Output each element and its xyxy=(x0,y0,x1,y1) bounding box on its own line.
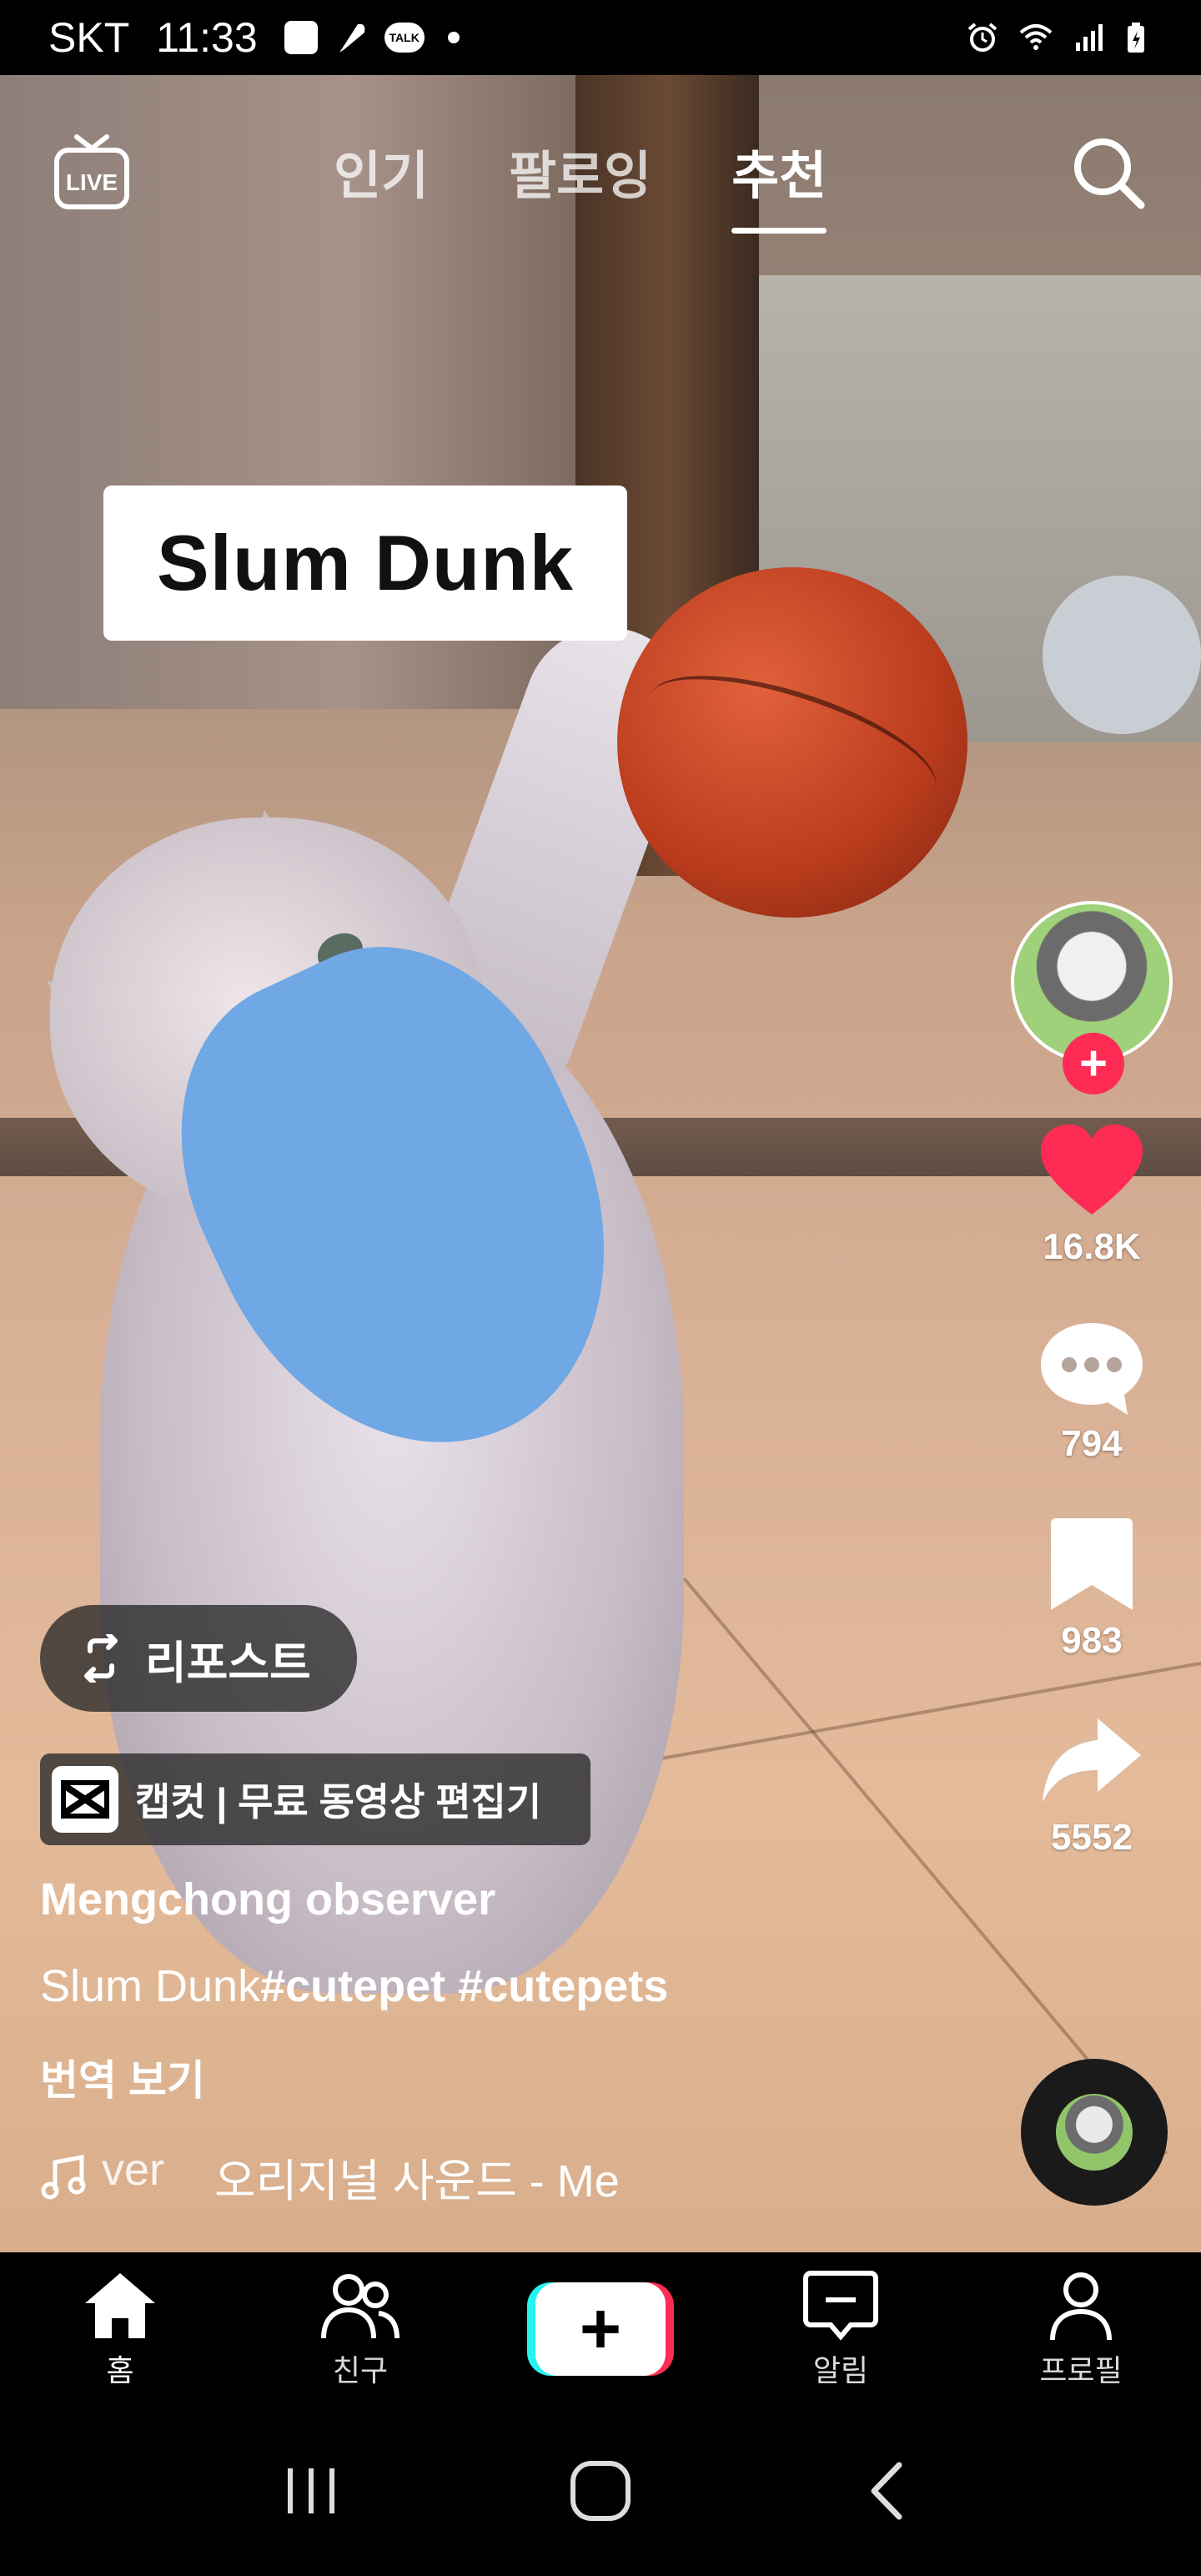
nav-inbox[interactable]: 알림 xyxy=(721,2252,961,2406)
kakaotalk-notification-icon: TALK xyxy=(384,23,425,53)
recent-apps-icon[interactable] xyxy=(274,2453,349,2528)
heart-icon xyxy=(1041,1124,1143,1215)
like-count: 16.8K xyxy=(1043,1226,1141,1267)
comment-count: 794 xyxy=(1061,1423,1123,1464)
music-note-icon xyxy=(41,2154,86,2199)
like-button[interactable]: 16.8K xyxy=(1038,1121,1146,1268)
wifi-icon xyxy=(1019,24,1053,50)
repost-label: 리포스트 xyxy=(145,1638,311,1688)
sound-disc-thumbnail xyxy=(1056,2094,1133,2171)
status-right xyxy=(966,21,1153,54)
music-ticker[interactable]: ver 오리지널 사운드 - Me xyxy=(40,2144,636,2210)
description-hashtags[interactable]: #cutepet #cutepets xyxy=(260,1961,668,2011)
friends-icon xyxy=(321,2274,399,2339)
home-button-icon[interactable] xyxy=(563,2453,638,2528)
signal-icon xyxy=(1076,24,1103,51)
create-icon: + xyxy=(527,2282,674,2376)
share-count: 5552 xyxy=(1051,1817,1133,1858)
tab-for-you[interactable]: 추천 xyxy=(731,133,827,234)
feather-notification-icon xyxy=(339,23,365,53)
creator-avatar-wrap: + xyxy=(1011,901,1173,1094)
music-text: 오리지널 사운드 - Me xyxy=(214,2156,620,2206)
action-rail: + 16.8K 794 983 5552 xyxy=(1011,901,1173,1859)
nav-inbox-label: 알림 xyxy=(812,2353,869,2387)
clock: 11:33 xyxy=(156,14,258,61)
live-icon[interactable]: LIVE xyxy=(52,133,132,214)
battery-icon xyxy=(1128,23,1144,53)
bookmark-count: 983 xyxy=(1061,1620,1123,1661)
follow-button[interactable]: + xyxy=(1063,1033,1124,1094)
share-button[interactable]: 5552 xyxy=(1038,1712,1146,1859)
capcut-label: 캡컷 | 무료 동영상 편집기 xyxy=(135,1780,542,1824)
create-plus-symbol: + xyxy=(535,2282,666,2376)
home-icon xyxy=(85,2273,155,2338)
video-description[interactable]: Slum Dunk#cutepet #cutepets xyxy=(40,1960,668,2012)
music-marquee: ver 오리지널 사운드 - Me xyxy=(102,2144,636,2210)
tab-following[interactable]: 팔로잉 xyxy=(509,133,651,209)
comment-button[interactable]: 794 xyxy=(1038,1318,1146,1465)
nav-home[interactable]: 홈 xyxy=(0,2252,240,2406)
alarm-icon xyxy=(967,23,997,52)
system-nav-bar xyxy=(0,2406,1201,2576)
bookmark-icon xyxy=(1051,1518,1133,1610)
sound-disc[interactable] xyxy=(1021,2059,1168,2206)
feed-tabs: 인기 팔로잉 추천 xyxy=(334,133,827,234)
music-text-partial: ver xyxy=(102,2145,165,2195)
repost-button[interactable]: 리포스트 xyxy=(40,1605,357,1712)
translate-link[interactable]: 번역 보기 xyxy=(40,2047,205,2107)
status-left: SKT 11:33 TALK xyxy=(48,13,460,62)
video-caption-overlay: Slum Dunk xyxy=(103,486,627,641)
comment-icon xyxy=(1041,1323,1143,1415)
nav-friends[interactable]: 친구 xyxy=(240,2252,480,2406)
nav-profile-label: 프로필 xyxy=(1039,2353,1123,2387)
top-nav: LIVE 인기 팔로잉 추천 xyxy=(0,125,1201,250)
nav-friends-label: 친구 xyxy=(332,2353,389,2387)
tab-popular[interactable]: 인기 xyxy=(334,133,429,209)
nav-profile[interactable]: 프로필 xyxy=(961,2252,1201,2406)
status-bar: SKT 11:33 TALK xyxy=(0,0,1201,75)
nav-create[interactable]: + xyxy=(480,2252,721,2406)
back-icon[interactable] xyxy=(852,2453,927,2528)
bottom-nav: 홈 친구 + 알림 프로필 xyxy=(0,2252,1201,2406)
carrier-label: SKT xyxy=(48,14,130,61)
nav-home-label: 홈 xyxy=(106,2353,134,2387)
repost-icon xyxy=(84,1634,118,1683)
share-icon xyxy=(1043,1718,1141,1802)
capcut-logo-icon xyxy=(52,1766,118,1833)
inbox-icon xyxy=(803,2271,878,2341)
more-notifications-icon xyxy=(447,32,460,43)
capcut-anchor[interactable]: 캡컷 | 무료 동영상 편집기 xyxy=(40,1753,590,1845)
video-scene-bag xyxy=(1043,576,1201,734)
search-icon[interactable] xyxy=(1069,133,1148,212)
gallery-notification-icon xyxy=(284,21,318,54)
live-icon-label: LIVE xyxy=(66,169,118,195)
profile-icon xyxy=(1050,2272,1112,2341)
creator-username[interactable]: Mengchong observer xyxy=(40,1874,495,1925)
bookmark-button[interactable]: 983 xyxy=(1038,1515,1146,1662)
description-text: Slum Dunk xyxy=(40,1961,261,2011)
